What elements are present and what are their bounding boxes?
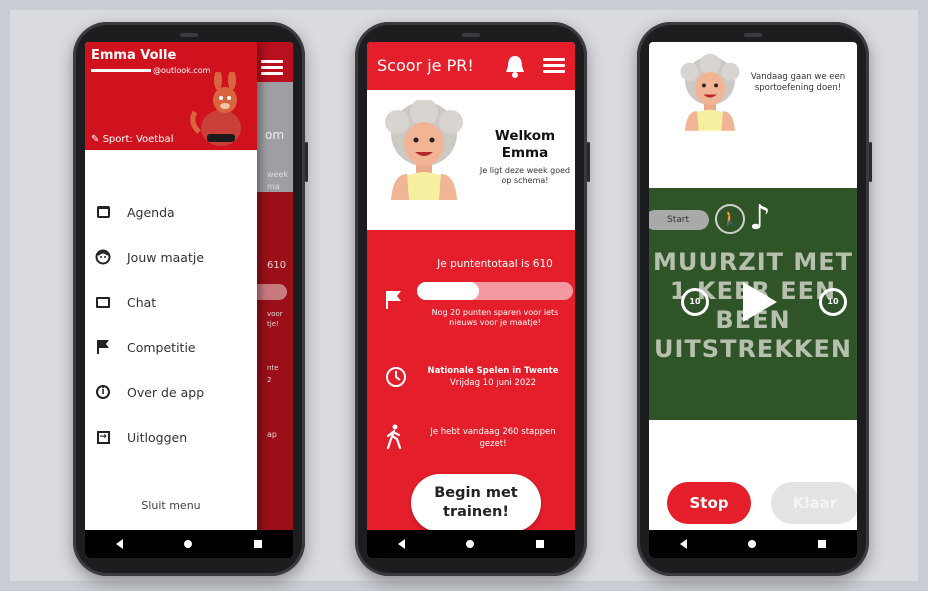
phone-drawer: om week ma 610 voor tje! nte 2 ap Emma V… (73, 22, 308, 576)
sport-text: Sport: Voetbal (102, 134, 174, 145)
begin-training-button[interactable]: Begin met trainen! (411, 474, 541, 532)
forward-icon[interactable]: 10 (819, 288, 847, 316)
home-icon[interactable] (466, 540, 475, 548)
underlay-text: ma (267, 182, 280, 191)
menu-item-chat[interactable]: Chat (93, 290, 253, 314)
event-date: Vrijdag 10 juni 2022 (449, 378, 537, 388)
underlay-text: 2 (267, 376, 272, 384)
grandma-avatar (385, 100, 463, 200)
music-note-icon[interactable]: ♪ (749, 200, 771, 236)
menu-item-logout[interactable]: → Uitloggen (93, 425, 253, 449)
steps-text: Je hebt vandaag 260 stappen gezet! (430, 427, 556, 449)
logout-icon: → (93, 427, 113, 447)
flag-icon (386, 291, 401, 309)
drawer-header: Emma Volle @outlook.com ✎ Sport: Voetbal (85, 42, 257, 150)
home-icon[interactable] (184, 540, 193, 548)
phone-notch (426, 30, 516, 42)
phone-home: Scoor je PR! Welkom Emma Je ligt deze we… (355, 22, 590, 576)
menu-item-label: Jouw maatje (127, 249, 205, 265)
close-menu-button[interactable]: Sluit menu (85, 499, 257, 512)
menu-item-label: Uitloggen (127, 429, 188, 445)
underlay-text: 610 (267, 260, 287, 271)
menu-item-buddy[interactable]: Jouw maatje (93, 245, 253, 269)
menu-item-competition[interactable]: Competitie (93, 335, 253, 359)
recent-apps-icon[interactable] (818, 540, 827, 548)
email-mask (91, 69, 151, 72)
home-icon[interactable] (748, 540, 757, 548)
underlay-text: nte (267, 364, 279, 372)
bell-icon[interactable] (503, 54, 527, 80)
back-icon[interactable] (115, 539, 123, 549)
clock-icon (386, 367, 406, 387)
navigation-drawer: Emma Volle @outlook.com ✎ Sport: Voetbal (85, 42, 257, 558)
exercise-screen: Vandaag gaan we een sportoefening doen! … (649, 42, 857, 558)
flag-icon (93, 337, 113, 357)
drawer-screen: om week ma 610 voor tje! nte 2 ap Emma V… (85, 42, 293, 558)
play-icon[interactable] (743, 282, 777, 322)
points-hint: Nog 20 punten sparen voor iets nieuws vo… (431, 308, 559, 327)
user-name: Emma Volle (91, 48, 177, 63)
chat-icon (93, 292, 113, 312)
event-title: Nationale Spelen in Twente (427, 366, 559, 376)
schedule-note: Je ligt deze week goed op schema! (479, 166, 571, 185)
system-nav-bar (85, 530, 293, 558)
rewind-icon[interactable]: 10 (681, 288, 709, 316)
points-progress-fill (417, 282, 480, 300)
recent-apps-icon[interactable] (536, 540, 545, 548)
phone-notch (708, 30, 798, 42)
mascot-icon (190, 72, 241, 146)
system-nav-bar (649, 530, 857, 558)
done-button[interactable]: Klaar (771, 482, 857, 524)
underlay-progress (257, 284, 287, 300)
back-icon[interactable] (397, 539, 405, 549)
exercise-video: MUURZIT MET 1 KEER EEN BEEN UITSTREKKEN … (649, 188, 857, 420)
home-screen: Scoor je PR! Welkom Emma Je ligt deze we… (367, 42, 575, 558)
calendar-icon (93, 202, 113, 222)
underlay-menu-icon (261, 60, 283, 76)
menu-item-about[interactable]: i Over de app (93, 380, 253, 404)
speech-text: Vandaag gaan we een sportoefening doen! (750, 72, 846, 93)
menu-item-label: Chat (127, 294, 157, 310)
app-title: Scoor je PR! (377, 56, 474, 75)
start-label: Start (649, 210, 709, 230)
menu-item-label: Competitie (127, 339, 196, 355)
sport-label: ✎ Sport: Voetbal (91, 134, 174, 145)
underlay-text: ap (267, 430, 277, 439)
system-nav-bar (367, 530, 575, 558)
menu-item-label: Agenda (127, 204, 175, 220)
phone-exercise: Vandaag gaan we een sportoefening doen! … (637, 22, 872, 576)
grandma-avatar (680, 53, 740, 131)
back-icon[interactable] (679, 539, 687, 549)
underlay-text: voor (267, 310, 283, 318)
phone-notch (144, 30, 234, 42)
welcome-heading: Welkom Emma (494, 128, 556, 161)
buddy-face-icon (93, 247, 113, 267)
underlay-text: om (265, 128, 285, 142)
walking-icon[interactable]: 🚶 (715, 204, 745, 234)
menu-icon[interactable] (543, 58, 565, 74)
app-bar: Scoor je PR! (367, 42, 575, 90)
menu-item-label: Over de app (127, 384, 205, 400)
underlay-text: tje! (267, 320, 279, 328)
menu-item-agenda[interactable]: Agenda (93, 200, 253, 224)
walking-icon (386, 424, 402, 450)
points-total: Je puntentotaal is 610 (437, 258, 553, 270)
recent-apps-icon[interactable] (254, 540, 263, 548)
stop-button[interactable]: Stop (667, 482, 751, 524)
underlay-text: week (267, 170, 289, 179)
info-icon: i (93, 382, 113, 402)
